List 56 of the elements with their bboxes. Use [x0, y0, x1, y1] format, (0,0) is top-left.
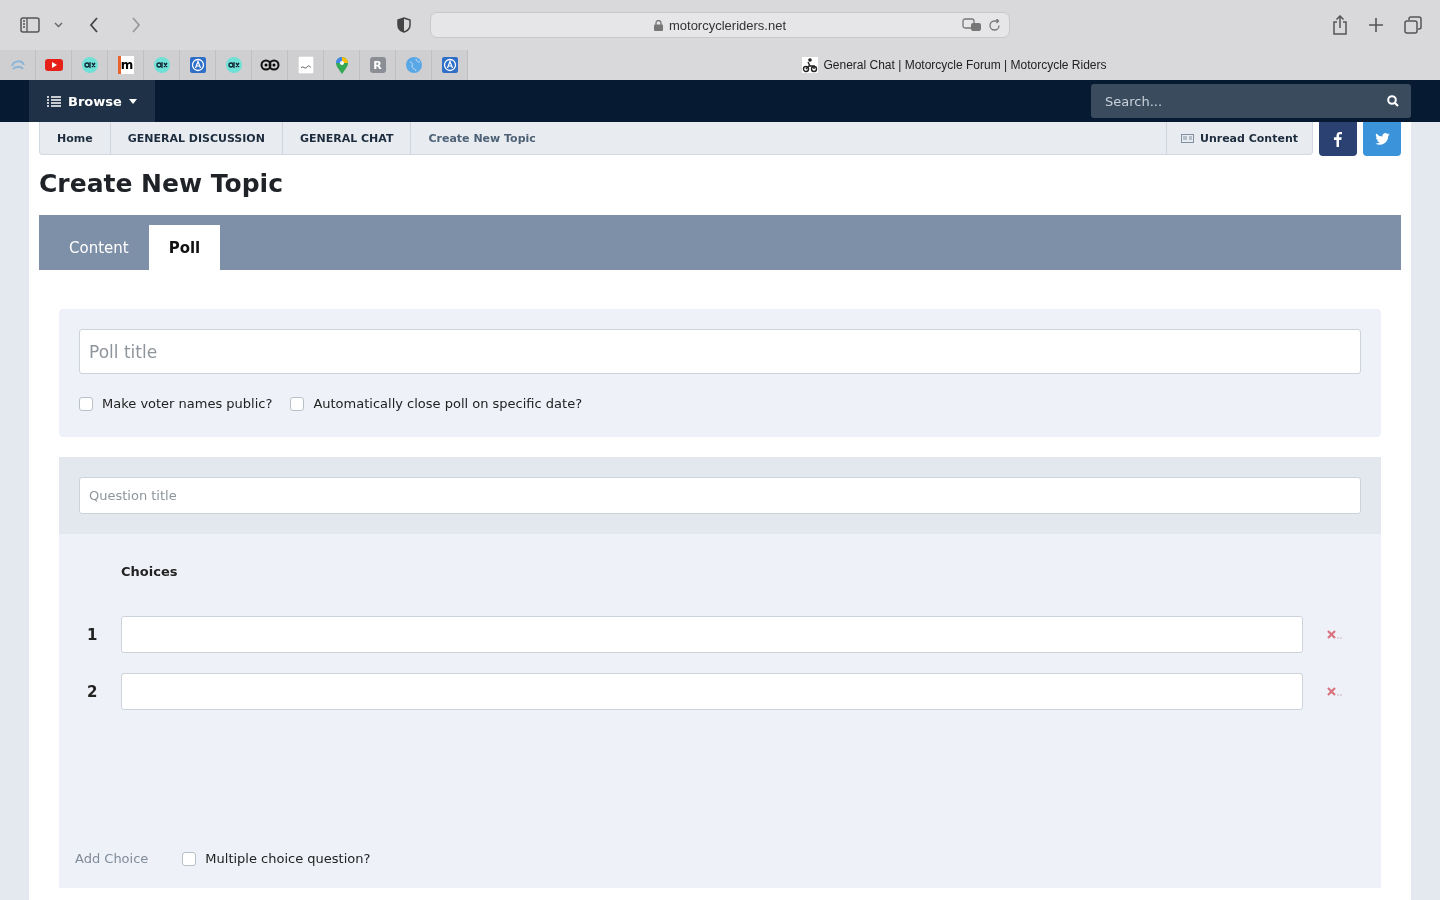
breadcrumb-link[interactable]: GENERAL DISCUSSION	[110, 122, 283, 154]
breadcrumb-link[interactable]: GENERAL CHAT	[282, 122, 412, 154]
tabs-overview-icon[interactable]	[1404, 16, 1422, 34]
page-title: Create New Topic	[39, 169, 284, 198]
twitter-button[interactable]	[1363, 122, 1401, 156]
checkbox[interactable]	[182, 851, 197, 866]
f-logo-icon	[1334, 131, 1342, 147]
checkbox-label[interactable]: Multiple choice question?	[205, 851, 371, 866]
choices-heading: Choices	[121, 564, 179, 579]
url-text[interactable]: motorcycleriders.net	[668, 17, 786, 33]
circle-a-icon[interactable]	[441, 57, 458, 73]
tab-title[interactable]: General Chat | Motorcycle Forum | Motorcycle Riders	[823, 58, 1107, 72]
choice-number: 2	[86, 682, 99, 701]
plus-icon[interactable]	[1368, 17, 1384, 33]
caret-icon	[128, 98, 137, 104]
newspaper-icon	[1180, 133, 1194, 143]
checkbox[interactable]	[79, 396, 93, 411]
owl-eyes-icon[interactable]	[259, 59, 280, 71]
circle-dots-icon[interactable]	[153, 57, 170, 73]
reload-icon[interactable]	[988, 18, 1001, 32]
question-title-field[interactable]: Question title	[79, 477, 1361, 514]
back-icon[interactable]	[89, 17, 99, 33]
checkbox-label[interactable]: Make voter names public?	[102, 396, 273, 411]
circle-dots-icon[interactable]	[225, 57, 242, 73]
document-icon[interactable]	[297, 56, 314, 74]
forward-icon[interactable]	[131, 17, 141, 33]
breadcrumb-link[interactable]: Home	[40, 122, 111, 154]
tab[interactable]: Poll	[148, 225, 221, 270]
facebook-button[interactable]	[1319, 122, 1357, 156]
search-icon[interactable]	[1387, 95, 1399, 107]
play-icon[interactable]	[44, 59, 63, 71]
share-icon[interactable]	[1332, 15, 1348, 35]
list-icon	[47, 95, 61, 107]
motorcycle-rider-icon	[801, 57, 818, 73]
sidebar-icon[interactable]	[20, 17, 40, 33]
bird-icon	[1374, 133, 1390, 145]
letter-icon[interactable]: m	[117, 56, 134, 74]
unread-content-link[interactable]: Unread Content	[1165, 122, 1312, 154]
choice-number: 1	[86, 625, 99, 644]
poll-title-field[interactable]: Poll title	[79, 329, 1361, 374]
map-pin-icon[interactable]	[335, 56, 348, 74]
circle-a-icon[interactable]	[189, 57, 206, 73]
translate-icon[interactable]	[962, 18, 982, 32]
choice-field[interactable]	[121, 616, 1303, 653]
remove-icon[interactable]	[1326, 630, 1342, 639]
lock-icon	[653, 19, 663, 31]
shield-icon[interactable]	[397, 17, 411, 33]
checkbox[interactable]	[290, 396, 305, 411]
browse-menu[interactable]: Browse	[29, 80, 155, 122]
checkbox-label[interactable]: Automatically close poll on specific date?	[313, 396, 583, 411]
breadcrumb-link[interactable]: Create New Topic	[411, 122, 553, 154]
remove-icon[interactable]	[1326, 687, 1342, 696]
circle-dots-icon[interactable]	[81, 57, 98, 73]
chevron-down-icon[interactable]	[54, 22, 63, 28]
search-field[interactable]: Search...	[1091, 84, 1411, 118]
choice-field[interactable]	[121, 673, 1303, 710]
